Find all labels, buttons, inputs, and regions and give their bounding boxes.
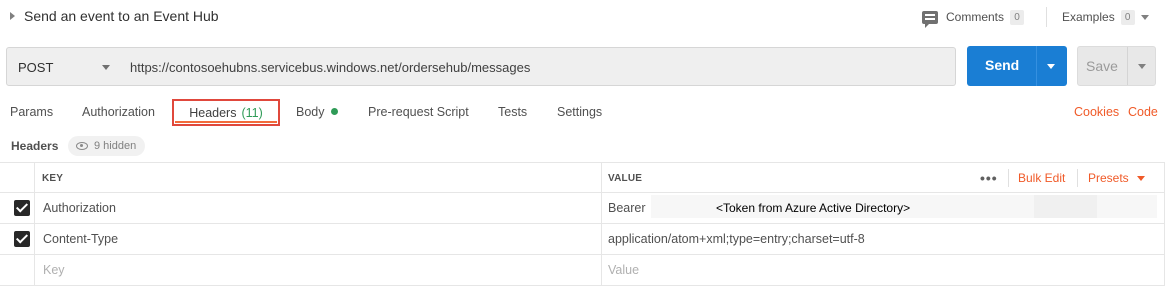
comments-count-badge: 0 (1010, 9, 1025, 25)
table-border (0, 223, 1165, 224)
header-divider (1077, 169, 1078, 187)
body-indicator-dot (330, 108, 338, 115)
url-input[interactable]: https://contosoehubns.servicebus.windows… (120, 47, 956, 86)
hidden-headers-toggle[interactable]: 9 hidden (68, 136, 146, 156)
value-column-header: VALUE (608, 173, 643, 184)
active-tab-underline (175, 121, 277, 123)
send-divider (1036, 46, 1037, 86)
examples-label: Examples (1062, 10, 1115, 24)
table-border (0, 162, 1165, 163)
key-column-header: KEY (42, 173, 64, 184)
title-divider (1046, 7, 1047, 27)
token-value-field-shade (1034, 195, 1097, 218)
new-key-input[interactable]: Key (43, 263, 65, 277)
more-options-icon[interactable]: ••• (980, 170, 998, 186)
column-divider (601, 162, 602, 286)
tab-prerequest-script[interactable]: Pre-request Script (368, 105, 469, 119)
header-value-cell[interactable]: application/atom+xml;type=entry;charset=… (608, 232, 865, 246)
presets-chevron-down-icon[interactable] (1137, 176, 1145, 181)
table-border (0, 285, 1165, 286)
send-options-chevron-icon[interactable] (1047, 64, 1055, 69)
header-key-cell[interactable]: Authorization (43, 201, 116, 215)
headers-table: KEY VALUE ••• Bulk Edit Presets (0, 162, 1165, 293)
bulk-edit-button[interactable]: Bulk Edit (1018, 171, 1065, 185)
tab-headers-label: Headers (189, 105, 237, 120)
column-divider (34, 162, 35, 286)
headers-section-label: Headers (11, 139, 59, 153)
url-value: https://contosoehubns.servicebus.windows… (130, 60, 531, 75)
table-border (0, 254, 1165, 255)
tab-body[interactable]: Body (296, 105, 338, 119)
send-label: Send (985, 57, 1020, 73)
header-value-cell[interactable]: Bearer (608, 201, 646, 215)
send-button[interactable]: Send (967, 46, 1067, 86)
row-checkbox[interactable] (14, 231, 30, 247)
examples-dropdown[interactable]: Examples 0 (1062, 7, 1149, 27)
save-divider (1127, 47, 1128, 85)
tab-authorization[interactable]: Authorization (82, 105, 155, 119)
comments-button[interactable]: Comments 0 (922, 7, 1025, 28)
method-select[interactable]: POST (6, 47, 121, 86)
save-label: Save (1086, 58, 1118, 74)
title-bar: Send an event to an Event Hub Comments 0… (0, 0, 1165, 34)
examples-count-badge: 0 (1120, 9, 1135, 25)
tab-body-label: Body (296, 105, 325, 119)
tab-headers-count: (11) (241, 105, 263, 120)
header-key-cell[interactable]: Content-Type (43, 232, 118, 246)
save-button[interactable]: Save (1077, 46, 1156, 86)
table-border (0, 192, 1165, 193)
comments-label: Comments (946, 10, 1005, 24)
collapse-caret-icon[interactable] (10, 12, 15, 20)
chevron-down-icon (102, 65, 110, 70)
hidden-headers-text: 9 hidden (94, 140, 137, 152)
save-options-chevron-icon[interactable] (1138, 64, 1146, 69)
tab-tests[interactable]: Tests (498, 105, 527, 119)
comment-icon (922, 10, 938, 28)
tab-params[interactable]: Params (10, 105, 53, 119)
eye-icon (76, 142, 88, 150)
header-divider (1008, 169, 1009, 187)
method-value: POST (18, 60, 54, 75)
tab-settings[interactable]: Settings (557, 105, 602, 119)
code-link[interactable]: Code (1128, 105, 1158, 119)
presets-dropdown[interactable]: Presets (1088, 171, 1129, 185)
cookies-link[interactable]: Cookies (1074, 105, 1119, 119)
request-title[interactable]: Send an event to an Event Hub (24, 8, 219, 24)
chevron-down-icon (1140, 14, 1149, 20)
row-checkbox[interactable] (14, 200, 30, 216)
new-value-input[interactable]: Value (608, 263, 639, 277)
token-placeholder-text: <Token from Azure Active Directory> (716, 201, 911, 215)
